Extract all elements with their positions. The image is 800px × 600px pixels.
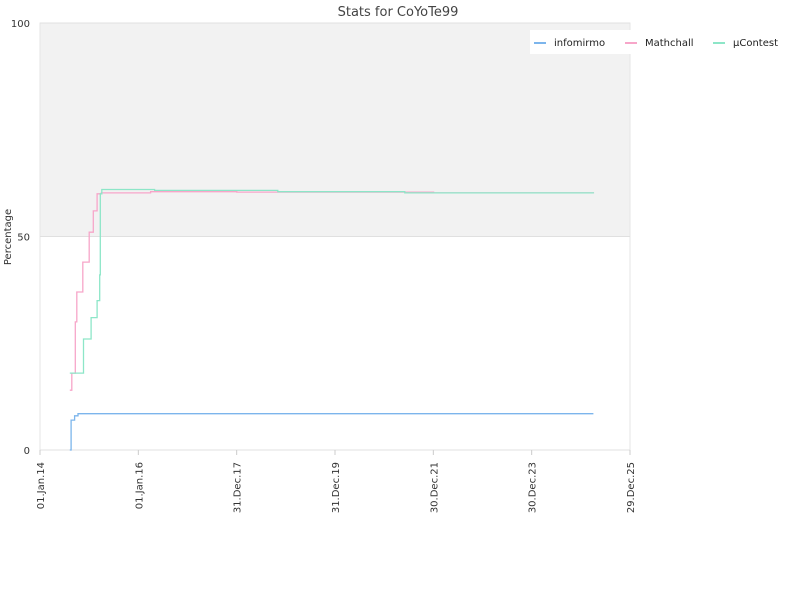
- legend-label: µContest: [733, 38, 778, 49]
- y-axis-title: Percentage: [3, 209, 14, 265]
- chart-title: Stats for CoYoTe99: [338, 5, 459, 20]
- y-tick-label: 0: [24, 446, 30, 457]
- x-tick-label: 30.Dec.21: [429, 462, 440, 513]
- x-tick-label: 31.Dec.19: [331, 462, 342, 513]
- y-tick-label: 50: [17, 233, 30, 244]
- x-tick-label: 29.Dec.25: [626, 462, 637, 513]
- chart: 0 50 100 01.Jan.14 01.Jan.16 31.Dec.17 31.Dec…: [0, 0, 800, 600]
- x-tick-label: 01.Jan.14: [36, 462, 47, 509]
- y-tick-label: 100: [11, 19, 30, 30]
- x-tick-label: 01.Jan.16: [134, 462, 145, 509]
- x-tick-label: 30.Dec.23: [528, 462, 539, 513]
- legend-label: infomirmo: [554, 38, 605, 49]
- upper-band: [40, 23, 630, 237]
- legend-label: Mathchall: [645, 38, 694, 49]
- x-tick-label: 31.Dec.17: [233, 462, 244, 513]
- legend[interactable]: infomirmo Mathchall µContest: [530, 30, 792, 54]
